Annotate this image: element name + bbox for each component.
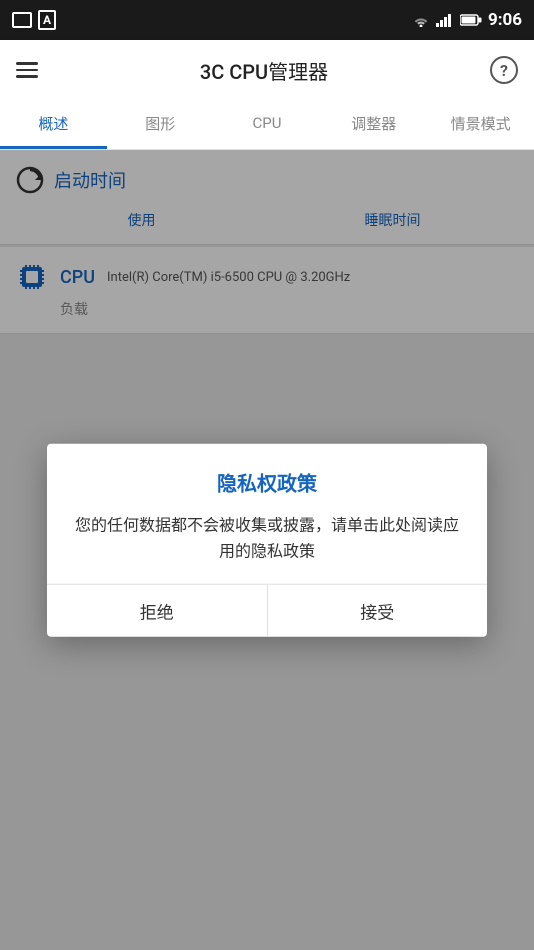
dialog-message: 您的任何数据都不会被收集或披露，请单击此处阅读应用的隐私政策 (71, 513, 463, 564)
hamburger-menu-button[interactable] (16, 62, 38, 78)
tab-adjuster[interactable]: 调整器 (320, 100, 427, 149)
signal-icon (436, 13, 454, 27)
status-bar: A 9:06 (0, 0, 534, 40)
status-box-icon (12, 12, 32, 28)
dialog-content: 隐私权政策 您的任何数据都不会被收集或披露，请单击此处阅读应用的隐私政策 (47, 444, 487, 564)
tab-overview[interactable]: 概述 (0, 100, 107, 149)
main-content: 启动时间 使用 睡眠时间 (0, 150, 534, 950)
dialog-title: 隐私权政策 (71, 468, 463, 497)
app-bar: 3C CPU管理器 ? (0, 40, 534, 100)
tab-graph[interactable]: 图形 (107, 100, 214, 149)
privacy-dialog: 隐私权政策 您的任何数据都不会被收集或披露，请单击此处阅读应用的隐私政策 拒绝 … (47, 444, 487, 637)
reject-button[interactable]: 拒绝 (47, 585, 268, 637)
help-button[interactable]: ? (490, 56, 518, 84)
status-left-icons: A (12, 10, 56, 30)
tab-scenario[interactable]: 情景模式 (427, 100, 534, 149)
dialog-buttons: 拒绝 接受 (47, 584, 487, 637)
status-time: 9:06 (488, 10, 522, 30)
wifi-icon (412, 13, 430, 27)
app-title: 3C CPU管理器 (200, 56, 328, 85)
tab-cpu[interactable]: CPU (214, 100, 321, 149)
status-a-icon: A (38, 10, 56, 30)
battery-icon (460, 13, 482, 27)
accept-button[interactable]: 接受 (268, 585, 488, 637)
tab-bar: 概述 图形 CPU 调整器 情景模式 (0, 100, 534, 150)
status-right-icons: 9:06 (412, 10, 522, 30)
